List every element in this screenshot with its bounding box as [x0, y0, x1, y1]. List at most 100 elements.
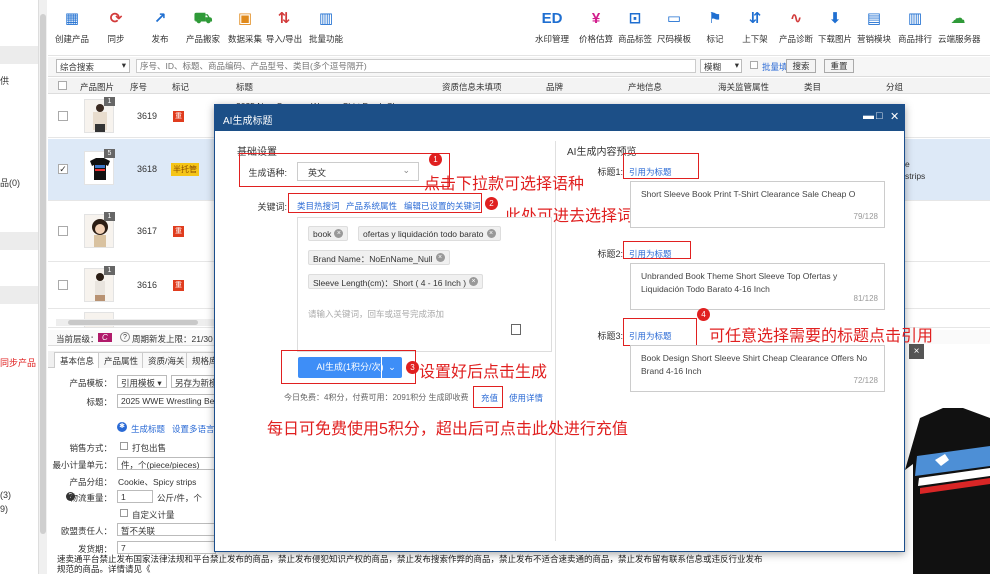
col-header[interactable]: 产地信息	[628, 81, 662, 93]
row-checkbox[interactable]	[58, 111, 68, 121]
col-header[interactable]: 类目	[804, 81, 821, 93]
toolbar-download-image-button[interactable]: ⬇ 下载图片	[815, 8, 855, 45]
custom-measure-checkbox[interactable]	[120, 509, 128, 517]
toolbar-cloud-button[interactable]: ☁ 云端服务器	[938, 8, 981, 45]
row-id: 3616	[137, 280, 158, 290]
match-select[interactable]: 模糊 ▾	[700, 59, 742, 73]
group-value[interactable]: Cookie、Spicy strips	[118, 476, 196, 488]
maximize-icon[interactable]: □	[876, 110, 883, 122]
generate-title-link[interactable]: 生成标题	[131, 423, 165, 435]
toolbar-flag-button[interactable]: ⚑ 标记	[695, 8, 735, 45]
unit-select[interactable]: 件，个(piece/pieces)	[117, 457, 216, 470]
row-group: e	[905, 159, 910, 169]
keyword-tag[interactable]: Sleeve Length(cm)：Short ( 4 - 16 Inch ) ×	[308, 274, 484, 289]
table-scrollbar[interactable]	[56, 319, 216, 326]
watermark-icon: ED	[541, 10, 563, 27]
left-item[interactable]: 9)	[0, 504, 8, 514]
help-icon[interactable]: ?	[120, 332, 130, 342]
keywords-label: 关键词:	[257, 202, 287, 212]
toolbar-tag-button[interactable]: ⊡ 商品标签	[615, 8, 655, 45]
ship-input[interactable]: 7	[117, 541, 216, 554]
col-header[interactable]: 资质信息未填项	[442, 81, 502, 93]
row-checkbox[interactable]	[58, 280, 68, 290]
tab-attributes[interactable]: 产品属性	[98, 352, 145, 368]
annotation: 每日可免费使用5积分，超出后可点击此处进行充值	[267, 421, 628, 438]
step-badge: 2	[485, 197, 498, 210]
left-scrollbar[interactable]	[38, 0, 47, 574]
toolbar-label: 产品诊断	[778, 34, 813, 44]
row-id: 3619	[137, 111, 158, 121]
toolbar-diagnose-button[interactable]: ∿ 产品诊断	[776, 8, 816, 45]
annotation: 可任意选择需要的标题点击引用	[709, 328, 934, 345]
left-item[interactable]: 品(0)	[0, 176, 20, 189]
toolbar-batch-button[interactable]: ▥ 批量功能	[306, 8, 346, 45]
toolbar-sync-button[interactable]: ⟳ 同步	[96, 8, 136, 45]
left-item[interactable]: (3)	[0, 490, 11, 500]
toolbar-watermark-button[interactable]: ED 水印管理	[532, 8, 572, 45]
toolbar-label: 尺码模板	[656, 34, 691, 44]
ranking-icon: ▥	[907, 10, 923, 27]
save-template-select[interactable]: 另存为新模	[171, 375, 216, 388]
left-item[interactable]: 供	[0, 74, 9, 87]
col-header[interactable]: 产品图片	[80, 81, 114, 93]
col-header[interactable]: 序号	[130, 81, 147, 93]
toolbar-marketing-button[interactable]: ▤ 营销模块	[854, 8, 894, 45]
weight-input[interactable]: 1	[117, 490, 153, 503]
reset-button[interactable]: 重置	[824, 59, 854, 73]
table-header: 产品图片 序号 标记 标题 资质信息未填项 品牌 产地信息 海关监管属性 类目 …	[48, 78, 990, 94]
toolbar-truck-button[interactable]: ⛟ 产品搬家	[183, 8, 223, 45]
step-badge: 3	[406, 361, 419, 374]
marketing-icon: ▤	[866, 10, 882, 27]
minimize-icon[interactable]: ▬	[863, 110, 874, 122]
tab-qualification[interactable]: 资质/海关	[142, 352, 191, 368]
keyword-box[interactable]: book × ofertas y liquidación todo barato ×…	[297, 217, 552, 352]
dialog-title: AI生成标题	[223, 116, 273, 127]
pack-sale-checkbox[interactable]	[120, 442, 128, 450]
credit-info: 今日免费：4积分，付费可用：2091积分 生成即收费	[284, 393, 469, 402]
template-select[interactable]: 引用模板 ▾	[117, 375, 167, 388]
close-icon[interactable]: ✕	[890, 110, 899, 123]
usage-details-link[interactable]: 使用详情	[509, 392, 543, 404]
col-header[interactable]: 标题	[236, 81, 253, 93]
copy-icon[interactable]	[511, 324, 521, 335]
keyword-tag[interactable]: ofertas y liquidación todo barato ×	[358, 226, 501, 241]
keyword-tag[interactable]: book ×	[308, 226, 349, 241]
toolbar-publish-button[interactable]: ↗ 发布	[140, 8, 180, 45]
col-header[interactable]: 海关监管属性	[718, 81, 769, 93]
title-preview[interactable]: Short Sleeve Book Print T-Shirt Clearanc…	[630, 181, 885, 228]
publish-icon: ↗	[153, 10, 167, 27]
search-button[interactable]: 搜索	[786, 59, 816, 73]
close-icon[interactable]: ×	[909, 344, 924, 359]
toolbar-label: 价格估算	[578, 34, 613, 44]
pack-sale-label: 打包出售	[132, 443, 167, 453]
col-header[interactable]: 分组	[886, 81, 903, 93]
highlight-box	[623, 318, 697, 346]
row-checkbox[interactable]: ✓	[58, 164, 68, 174]
toolbar-ruler-button[interactable]: ▭ 尺码模板	[654, 8, 694, 45]
search-input[interactable]	[136, 59, 696, 73]
flag-icon: ⚑	[708, 10, 722, 27]
toolbar-import-export-button[interactable]: ⇅ 导入/导出	[264, 8, 304, 45]
row-checkbox[interactable]	[58, 226, 68, 236]
eu-select[interactable]: 暂不关联	[117, 523, 216, 536]
keyword-tag[interactable]: Brand Name：NoEnName_Null ×	[308, 250, 450, 265]
search-mode-select[interactable]: 综合搜索 ▾	[56, 59, 130, 73]
title-preview[interactable]: Unbranded Book Theme Short Sleeve Top Of…	[630, 263, 885, 310]
select-all-checkbox[interactable]	[58, 81, 67, 90]
toolbar-label: 发布	[151, 34, 169, 44]
batch-fill-checkbox[interactable]	[750, 61, 758, 69]
toolbar-collect-button[interactable]: ▣ 数据采集	[225, 8, 265, 45]
title-input[interactable]: 2025 WWE Wrestling Be	[117, 394, 216, 408]
toolbar-updown-button[interactable]: ⇵ 上下架	[735, 8, 775, 45]
left-item[interactable]: 同步产品	[0, 356, 36, 369]
col-header[interactable]: 标记	[172, 81, 189, 93]
multilang-link[interactable]: 设置多语言	[172, 423, 215, 435]
toolbar-grid-plus-button[interactable]: ▦ 创建产品	[52, 8, 92, 45]
toolbar-yen-button[interactable]: ¥ 价格估算	[576, 8, 616, 45]
tab-basic-info[interactable]: 基本信息	[54, 352, 101, 368]
col-header[interactable]: 品牌	[546, 81, 563, 93]
row-tag: 重	[173, 111, 184, 122]
highlight-box	[623, 241, 691, 259]
toolbar-ranking-button[interactable]: ▥ 商品排行	[895, 8, 935, 45]
title-preview[interactable]: Book Design Short Sleeve Shirt Cheap Cle…	[630, 345, 885, 392]
